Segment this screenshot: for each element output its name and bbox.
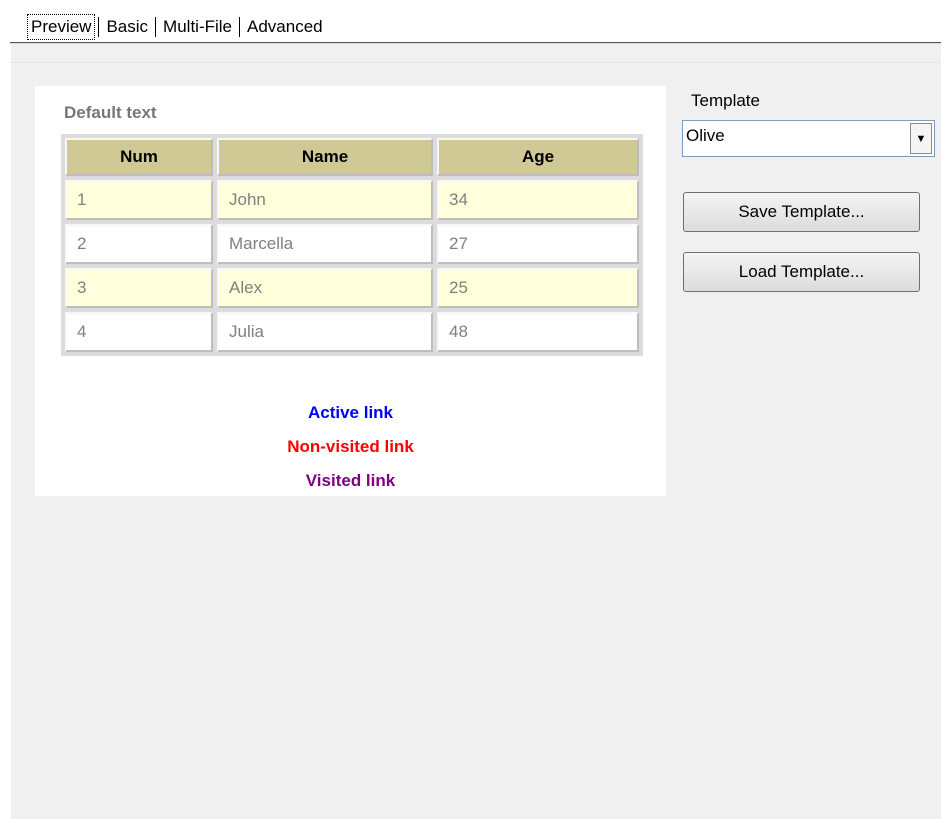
non-visited-link-sample[interactable]: Non-visited link bbox=[35, 430, 666, 464]
table-row: 1 John 34 bbox=[65, 180, 639, 220]
default-text-sample: Default text bbox=[64, 103, 157, 122]
link-samples: Active link Non-visited link Visited lin… bbox=[35, 396, 666, 498]
cell-num: 4 bbox=[65, 312, 213, 352]
load-template-button[interactable]: Load Template... bbox=[683, 252, 920, 292]
cell-age: 34 bbox=[437, 180, 639, 220]
tab-separator bbox=[98, 17, 100, 37]
template-label: Template bbox=[691, 91, 760, 110]
tab-list: Preview Basic Multi-File Advanced bbox=[27, 14, 327, 40]
column-header-name: Name bbox=[217, 138, 433, 176]
cell-num: 3 bbox=[65, 268, 213, 308]
dropdown-arrow-icon[interactable]: ▼ bbox=[910, 123, 932, 154]
tab-separator bbox=[239, 17, 240, 37]
table-header-row: Num Name Age bbox=[65, 138, 639, 176]
cell-age: 48 bbox=[437, 312, 639, 352]
tab-separator bbox=[155, 17, 157, 37]
cell-num: 1 bbox=[65, 180, 213, 220]
tab-strip: Preview Basic Multi-File Advanced bbox=[0, 0, 941, 44]
cell-name: Alex bbox=[217, 268, 433, 308]
preview-table: Num Name Age 1 John 34 2 Marcella 27 3 A… bbox=[61, 134, 643, 356]
tab-advanced[interactable]: Advanced bbox=[243, 15, 327, 39]
table-row: 3 Alex 25 bbox=[65, 268, 639, 308]
column-header-age: Age bbox=[437, 138, 639, 176]
tab-multi-file[interactable]: Multi-File bbox=[159, 15, 236, 39]
table-row: 2 Marcella 27 bbox=[65, 224, 639, 264]
tab-preview[interactable]: Preview bbox=[27, 14, 96, 40]
cell-name: John bbox=[217, 180, 433, 220]
cell-age: 27 bbox=[437, 224, 639, 264]
cell-name: Julia bbox=[217, 312, 433, 352]
cell-num: 2 bbox=[65, 224, 213, 264]
visited-link-sample[interactable]: Visited link bbox=[35, 464, 666, 498]
cell-name: Marcella bbox=[217, 224, 433, 264]
template-select-value: Olive bbox=[686, 126, 725, 145]
tab-basic[interactable]: Basic bbox=[102, 15, 152, 39]
column-header-num: Num bbox=[65, 138, 213, 176]
panel-top-line bbox=[10, 62, 941, 63]
save-template-button[interactable]: Save Template... bbox=[683, 192, 920, 232]
active-link-sample[interactable]: Active link bbox=[35, 396, 666, 430]
cell-age: 25 bbox=[437, 268, 639, 308]
template-select[interactable]: Olive ▼ bbox=[682, 120, 935, 157]
table-row: 4 Julia 48 bbox=[65, 312, 639, 352]
